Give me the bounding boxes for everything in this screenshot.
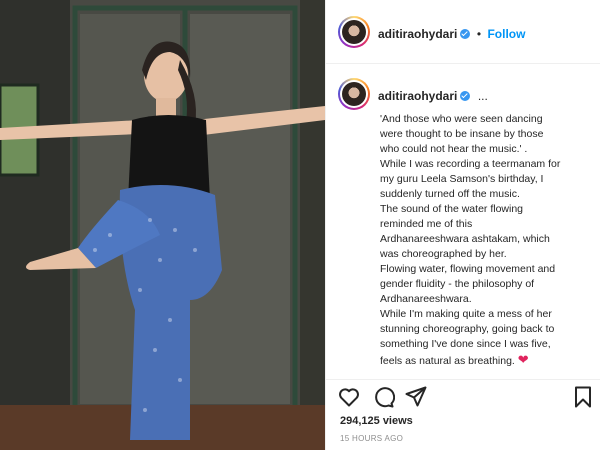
- caption-line: was choreographed by her.: [380, 248, 507, 260]
- caption-more-indicator: ...: [477, 89, 488, 103]
- caption-line: stunning choreography, going back to: [380, 323, 555, 335]
- caption-line: suddenly turned off the music.: [380, 188, 520, 200]
- follow-button[interactable]: Follow: [487, 27, 525, 41]
- caption-line: something I've done since I was five,: [380, 338, 551, 350]
- post-media[interactable]: [0, 0, 325, 450]
- post-timestamp[interactable]: 15 HOURS AGO: [340, 434, 403, 443]
- verified-badge-icon: [460, 91, 471, 101]
- username-link[interactable]: aditiraohydari: [378, 27, 457, 41]
- post-header: aditiraohydari • Follow: [326, 0, 600, 64]
- avatar[interactable]: [338, 16, 370, 48]
- caption-line: my guru Leela Samson's birthday, I: [380, 173, 544, 185]
- comments-section[interactable]: aditiraohydari ... 'And those who were s…: [326, 64, 600, 380]
- caption-line: Flowing water, flowing movement and: [380, 263, 556, 275]
- header-user-line: aditiraohydari • Follow: [378, 25, 525, 43]
- caption-line-text: feels as natural as breathing.: [380, 355, 515, 367]
- paper-plane-icon[interactable]: [404, 385, 428, 409]
- caption-line: gender fluidity - the philosophy of: [380, 278, 535, 290]
- caption-line: reminded me of this: [380, 218, 473, 230]
- caption-line: Ardhanareeshwara.: [380, 293, 472, 305]
- action-bar: [326, 380, 600, 414]
- caption-line: While I'm making quite a mess of her: [380, 308, 552, 320]
- caption-user-line: aditiraohydari ...: [378, 87, 488, 105]
- post-caption: 'And those who were seen dancing were th…: [380, 112, 598, 369]
- heart-outline-icon[interactable]: [337, 385, 361, 409]
- caption-line: 'And those who were seen dancing: [380, 113, 543, 125]
- caption-username[interactable]: aditiraohydari: [378, 89, 457, 103]
- caption-line-last: feels as natural as breathing. ❤: [380, 352, 598, 369]
- caption-avatar[interactable]: [338, 78, 370, 110]
- bookmark-icon[interactable]: [571, 385, 595, 409]
- verified-badge-icon: [460, 29, 471, 39]
- caption-line: were thought to be insane by those: [380, 128, 544, 140]
- caption-line: who could not hear the music.' .: [380, 143, 528, 155]
- separator-dot: •: [476, 27, 482, 41]
- post-photo: [0, 0, 325, 450]
- views-count[interactable]: 294,125 views: [340, 415, 413, 427]
- caption-line: Ardhanareeshwara ashtakam, which: [380, 233, 550, 245]
- red-heart-emoji-icon: ❤: [517, 352, 529, 367]
- caption-line: The sound of the water flowing: [380, 203, 524, 215]
- caption-line: While I was recording a teermanam for: [380, 158, 561, 170]
- comment-icon[interactable]: [371, 385, 395, 409]
- post-side-panel: aditiraohydari • Follow aditiraohydari .…: [325, 0, 600, 450]
